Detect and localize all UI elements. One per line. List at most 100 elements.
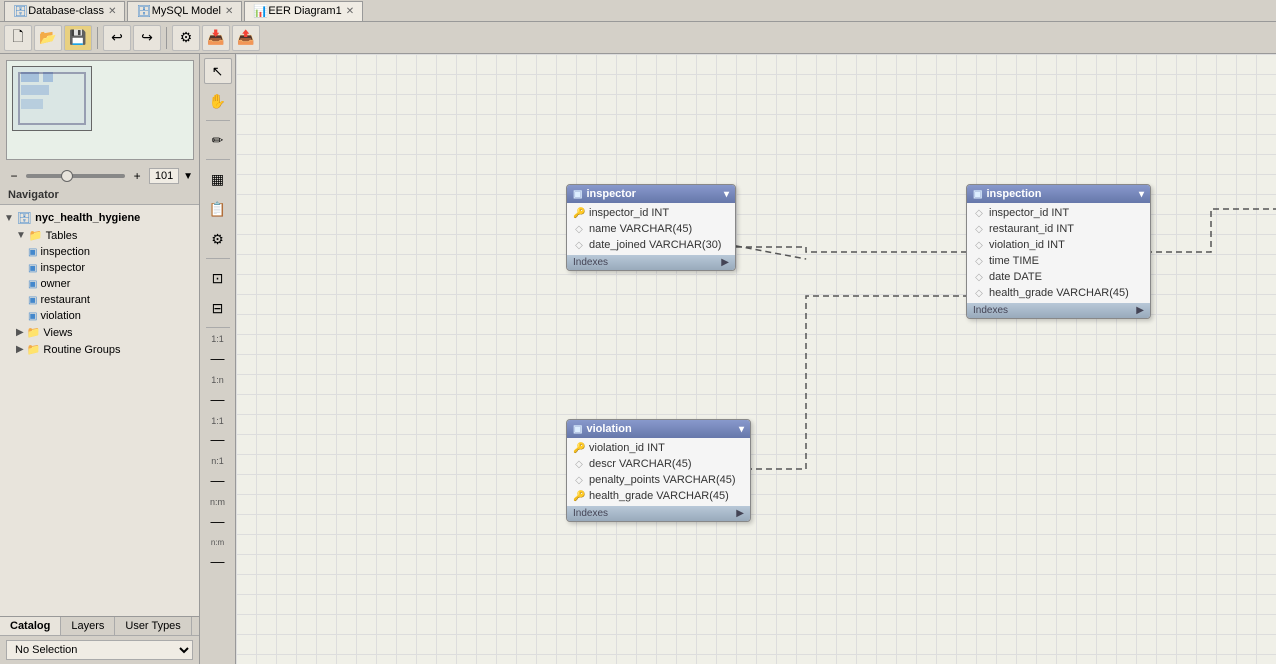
rel-label-nm: n:m xyxy=(210,497,225,508)
indexes-expand[interactable]: ▶ xyxy=(1136,305,1144,316)
selection-dropdown[interactable]: No Selection xyxy=(6,640,193,660)
rel-label-1-1: 1:1 xyxy=(211,334,224,345)
table-violation-header: ▣ violation ▾ xyxy=(567,420,750,438)
rel-tool-2[interactable]: ⊟ xyxy=(204,295,232,321)
table-icon: ▣ xyxy=(28,247,37,258)
table-inspection-expand[interactable]: ▾ xyxy=(1139,189,1144,200)
indexes-expand[interactable]: ▶ xyxy=(721,257,729,268)
field-inspection-violation-id: ◇ violation_id INT xyxy=(967,237,1150,253)
eer-icon: 📊 xyxy=(253,4,268,18)
table-inspection-footer[interactable]: Indexes ▶ xyxy=(967,303,1150,318)
table-inspector-expand[interactable]: ▾ xyxy=(724,189,729,200)
table-inspection[interactable]: ▣ inspection ▾ ◇ inspector_id INT ◇ rest… xyxy=(966,184,1151,319)
view-tool[interactable]: 📋 xyxy=(204,196,232,222)
rel-tool-1[interactable]: ⊡ xyxy=(204,265,232,291)
field-violation-penalty: ◇ penalty_points VARCHAR(45) xyxy=(567,472,750,488)
tab-user-types[interactable]: User Types xyxy=(115,617,191,635)
table-violation-expand[interactable]: ▾ xyxy=(739,424,744,435)
zoom-control: − + 101 ▼ xyxy=(0,166,199,186)
table-inspector-header: ▣ inspector ▾ xyxy=(567,185,735,203)
tree-panel: ▼ 🗄 nyc_health_hygiene ▼ 📁 Tables ▣ insp… xyxy=(0,205,199,616)
diamond-icon: ◇ xyxy=(973,240,985,251)
rel-label-1-nb: n:1 xyxy=(211,456,224,467)
tool-sep-1 xyxy=(206,120,230,121)
table-name: restaurant xyxy=(40,294,90,306)
db-icon: 🗄 xyxy=(136,4,151,18)
save-button[interactable]: 💾 xyxy=(64,25,92,51)
bottom-tabs: Catalog Layers User Types xyxy=(0,616,199,635)
field-val: penalty_points VARCHAR(45) xyxy=(589,474,736,486)
open-button[interactable]: 📂 xyxy=(34,25,62,51)
table-inspector-body: 🔑 inspector_id INT ◇ name VARCHAR(45) ◇ … xyxy=(567,203,735,255)
diamond-icon: ◇ xyxy=(973,208,985,219)
zoom-thumb xyxy=(61,170,73,182)
import-button[interactable]: 📥 xyxy=(202,25,230,51)
tree-table-restaurant[interactable]: ▣ restaurant xyxy=(0,292,199,308)
table-inspection-name: inspection xyxy=(986,188,1041,200)
field-val: restaurant_id INT xyxy=(989,223,1074,235)
pk-icon: 🔑 xyxy=(573,491,585,502)
table-tool[interactable]: ▦ xyxy=(204,166,232,192)
rel-nm2-button[interactable]: — xyxy=(204,548,232,574)
tab-mysql-model[interactable]: 🗄 MySQL Model ✕ xyxy=(127,1,242,21)
tab-catalog[interactable]: Catalog xyxy=(0,617,61,635)
tree-table-owner[interactable]: ▣ owner xyxy=(0,276,199,292)
tree-db-item[interactable]: ▼ 🗄 nyc_health_hygiene xyxy=(0,209,199,227)
mini-map[interactable] xyxy=(6,60,194,160)
properties-button[interactable]: ⚙ xyxy=(172,25,200,51)
table-violation-body: 🔑 violation_id INT ◇ descr VARCHAR(45) ◇… xyxy=(567,438,750,506)
table-inspector-footer[interactable]: Indexes ▶ xyxy=(567,255,735,270)
tab-close[interactable]: ✕ xyxy=(108,6,116,17)
table-violation-name: violation xyxy=(586,423,631,435)
routine-groups-label: Routine Groups xyxy=(43,344,120,356)
field-val: time TIME xyxy=(989,255,1039,267)
zoom-in-button[interactable]: + xyxy=(129,168,145,184)
expand-icon: ▼ xyxy=(4,213,14,224)
undo-button[interactable]: ↩ xyxy=(103,25,131,51)
expand-icon: ▶ xyxy=(16,344,24,355)
tab-layers[interactable]: Layers xyxy=(61,617,115,635)
tree-table-inspector[interactable]: ▣ inspector xyxy=(0,260,199,276)
rel-nm-button[interactable]: — xyxy=(204,508,232,534)
table-header-icon: ▣ xyxy=(573,424,582,435)
new-button[interactable]: 🗋 xyxy=(4,25,32,51)
indexes-expand[interactable]: ▶ xyxy=(736,508,744,519)
zoom-value[interactable]: 101 xyxy=(149,168,179,184)
redo-button[interactable]: ↪ xyxy=(133,25,161,51)
diagram-area[interactable]: ▣ inspector ▾ 🔑 inspector_id INT ◇ name … xyxy=(236,54,1276,664)
selection-row: No Selection xyxy=(0,635,199,664)
tab-database-class[interactable]: 🗄 Database-class ✕ xyxy=(4,1,125,21)
draw-tool[interactable]: ✏ xyxy=(204,127,232,153)
select-tool[interactable]: ↖ xyxy=(204,58,232,84)
field-inspection-inspector-id: ◇ inspector_id INT xyxy=(967,205,1150,221)
navigator-label[interactable]: Navigator xyxy=(0,186,199,205)
table-inspector[interactable]: ▣ inspector ▾ 🔑 inspector_id INT ◇ name … xyxy=(566,184,736,271)
diamond-icon: ◇ xyxy=(573,475,585,486)
zoom-slider[interactable] xyxy=(26,174,125,178)
pan-tool[interactable]: ✋ xyxy=(204,88,232,114)
toolbar-sep-1 xyxy=(97,27,98,49)
zoom-out-button[interactable]: − xyxy=(6,168,22,184)
table-violation[interactable]: ▣ violation ▾ 🔑 violation_id INT ◇ descr… xyxy=(566,419,751,522)
rel-1-n-button[interactable]: — xyxy=(204,386,232,412)
tree-table-inspection[interactable]: ▣ inspection xyxy=(0,244,199,260)
tree-views-section[interactable]: ▶ 📁 Views xyxy=(0,324,199,341)
tree-routine-groups-section[interactable]: ▶ 📁 Routine Groups xyxy=(0,341,199,358)
table-violation-footer[interactable]: Indexes ▶ xyxy=(567,506,750,521)
tab-label: Database-class xyxy=(28,5,104,17)
routine-tool[interactable]: ⚙ xyxy=(204,226,232,252)
rel-1-1b-button[interactable]: — xyxy=(204,426,232,452)
tab-eer-diagram[interactable]: 📊 EER Diagram1 ✕ xyxy=(244,1,363,21)
tree-table-violation[interactable]: ▣ violation xyxy=(0,308,199,324)
main-layout: − + 101 ▼ Navigator ▼ 🗄 nyc_health_hygie… xyxy=(0,54,1276,664)
tab-close[interactable]: ✕ xyxy=(346,6,354,17)
diamond-icon: ◇ xyxy=(973,272,985,283)
export-button[interactable]: 📤 xyxy=(232,25,260,51)
rel-1-nb-button[interactable]: — xyxy=(204,467,232,493)
rel-1-1-button[interactable]: — xyxy=(204,345,232,371)
zoom-dropdown[interactable]: ▼ xyxy=(183,171,193,182)
tree-tables-section[interactable]: ▼ 📁 Tables xyxy=(0,227,199,244)
diamond-icon: ◇ xyxy=(573,224,585,235)
diamond-icon: ◇ xyxy=(573,459,585,470)
tab-close[interactable]: ✕ xyxy=(225,6,233,17)
